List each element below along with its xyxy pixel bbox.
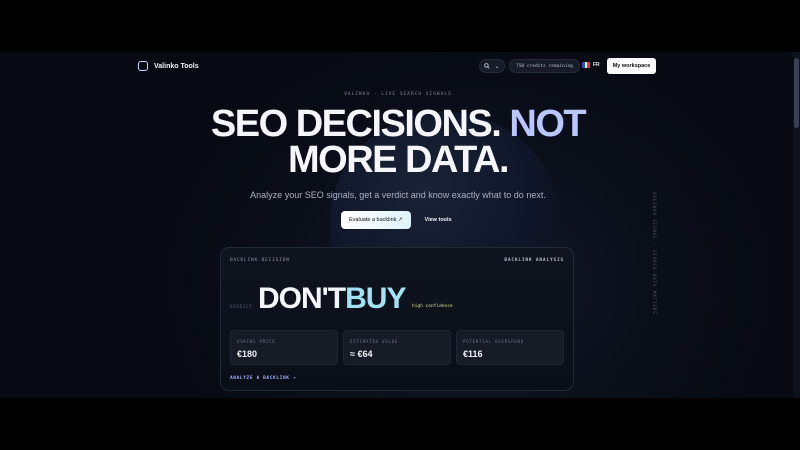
workspace-button[interactable]: My workspace bbox=[607, 58, 656, 74]
hero-subhead: Analyze your SEO signals, get a verdict … bbox=[250, 190, 546, 200]
hero-eyebrow: VALINKO · LIVE SEARCH SIGNALS bbox=[344, 92, 452, 97]
card-tag: BACKLINK ANALYSIS bbox=[504, 258, 564, 263]
stat-value: €180 bbox=[237, 349, 258, 359]
language-label: FR bbox=[593, 62, 600, 68]
scrollbar-thumb[interactable] bbox=[794, 58, 799, 128]
evaluate-backlink-button[interactable]: Evaluate a backlink ↗ bbox=[341, 211, 411, 229]
stat-label: ASKING PRICE bbox=[237, 339, 276, 344]
cta-row: Evaluate a backlink ↗ View tools bbox=[341, 211, 456, 229]
headline-accent: NOT bbox=[509, 103, 586, 145]
card-label: BACKLINK DECISION bbox=[230, 258, 290, 263]
headline-line-1: SEO DECISIONS. NOT bbox=[0, 103, 796, 145]
stat-label: ESTIMATED VALUE bbox=[350, 339, 399, 344]
flag-fr-icon bbox=[582, 62, 591, 68]
search-icon bbox=[484, 63, 491, 69]
stats-row: ASKING PRICE €180 ESTIMATED VALUE ≈ €64 … bbox=[230, 330, 564, 365]
verdict-text: DON'TBUY bbox=[258, 282, 406, 316]
stat-value: €116 bbox=[463, 349, 483, 359]
page-viewport: Valinko Tools ⌄ 750 credits remaining FR… bbox=[0, 52, 800, 398]
stat-potential-overspend: POTENTIAL OVERSPEND €116 bbox=[456, 330, 564, 365]
chevron-down-icon: ⌄ bbox=[494, 63, 500, 70]
stat-estimated-value: ESTIMATED VALUE ≈ €64 bbox=[343, 330, 451, 365]
search-button[interactable]: ⌄ bbox=[479, 59, 505, 73]
verdict-part-2: BUY bbox=[345, 282, 406, 315]
verdict-part-1: DON'T bbox=[258, 282, 346, 315]
stat-value: ≈ €64 bbox=[350, 349, 373, 359]
letterbox-bottom bbox=[0, 398, 800, 450]
top-nav: Valinko Tools ⌄ 750 credits remaining FR… bbox=[0, 58, 800, 84]
verdict-label: VERDICT bbox=[230, 304, 253, 309]
hero-headline: SEO DECISIONS. NOT MORE DATA. bbox=[0, 103, 796, 181]
brand[interactable]: Valinko Tools bbox=[138, 61, 199, 71]
credits-badge[interactable]: 750 credits remaining bbox=[509, 59, 580, 73]
confidence-label: high confidence bbox=[412, 304, 453, 309]
analyze-backlink-link[interactable]: ANALYZE A BACKLINK ↗ bbox=[230, 376, 296, 381]
logo-mark-icon bbox=[138, 61, 148, 71]
scrollbar[interactable] bbox=[793, 52, 800, 398]
view-tools-button[interactable]: View tools bbox=[421, 211, 456, 229]
backlink-decision-card: BACKLINK DECISION BACKLINK ANALYSIS VERD… bbox=[220, 247, 574, 391]
letterbox-top bbox=[0, 0, 800, 52]
stat-asking-price: ASKING PRICE €180 bbox=[230, 330, 338, 365]
brand-name: Valinko Tools bbox=[154, 62, 199, 70]
stat-label: POTENTIAL OVERSPEND bbox=[463, 339, 524, 344]
headline-line-2: MORE DATA. bbox=[287, 139, 510, 181]
side-caption: VALINKO SIGNAL · SEARCH DATA MATTERS bbox=[652, 192, 657, 315]
language-selector[interactable]: FR bbox=[582, 62, 600, 68]
